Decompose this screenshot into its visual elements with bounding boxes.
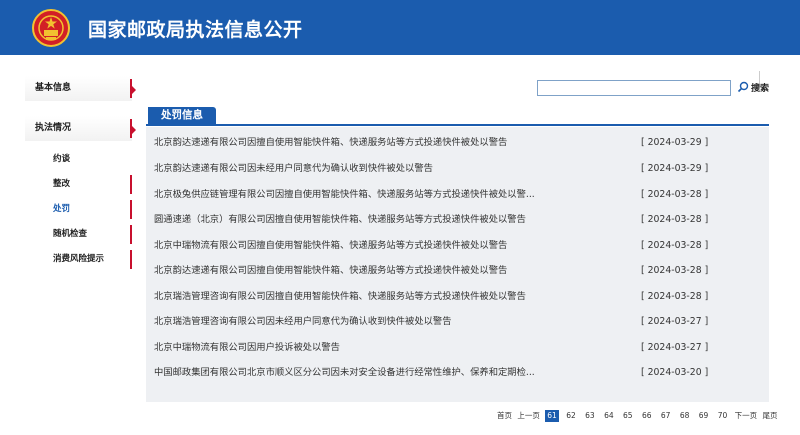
accent-bar xyxy=(130,250,132,269)
list-item: 北京中瑞物流有限公司因用户投诉被处以警告 [ 2024-03-27 ] xyxy=(154,335,759,360)
sidebar-item-penalty[interactable]: 处罚 xyxy=(25,197,132,222)
arrow-tip-icon xyxy=(132,86,136,94)
item-title-link[interactable]: 圆通速递（北京）有限公司因擅自使用智能快件箱、快递服务站等方式投递快件被处以警告 xyxy=(154,207,614,232)
item-title-link[interactable]: 北京韵达速递有限公司因擅自使用智能快件箱、快递服务站等方式投递快件被处以警告 xyxy=(154,258,614,283)
page-link[interactable]: 64 xyxy=(602,410,616,422)
item-title-link[interactable]: 北京韵达速递有限公司因擅自使用智能快件箱、快递服务站等方式投递快件被处以警告 xyxy=(154,130,614,155)
site-header: 国家邮政局执法信息公开 xyxy=(0,0,800,55)
pagination: 首页 上一页 61 62 63 64 65 66 67 68 69 70 下一页… xyxy=(497,410,781,422)
site-title: 国家邮政局执法信息公开 xyxy=(88,19,303,41)
item-date: [ 2024-03-28 ] xyxy=(641,240,709,251)
sidebar-item-enforcement[interactable]: 执法情况 xyxy=(25,116,136,141)
sidebar-item-label: 消费风险提示 xyxy=(53,254,105,264)
sidebar-gap xyxy=(25,101,132,116)
item-date: [ 2024-03-28 ] xyxy=(641,189,709,200)
item-date: [ 2024-03-29 ] xyxy=(641,163,709,174)
item-date: [ 2024-03-20 ] xyxy=(641,367,709,378)
item-date: [ 2024-03-28 ] xyxy=(641,214,709,225)
page-next-link[interactable]: 下一页 xyxy=(735,410,758,422)
list-item: 圆通速递（北京）有限公司因擅自使用智能快件箱、快递服务站等方式投递快件被处以警告… xyxy=(154,207,759,232)
sidebar-item-random-inspection[interactable]: 随机检查 xyxy=(25,222,132,247)
accent-bar xyxy=(130,175,132,194)
page-last-link[interactable]: 尾页 xyxy=(763,410,778,422)
item-title-link[interactable]: 北京中瑞物流有限公司因擅自使用智能快件箱、快递服务站等方式投递快件被处以警告 xyxy=(154,233,614,258)
item-date: [ 2024-03-29 ] xyxy=(641,137,709,148)
list-item: 北京韵达速递有限公司因擅自使用智能快件箱、快递服务站等方式投递快件被处以警告 [… xyxy=(154,130,759,155)
list-item: 北京韵达速递有限公司因未经用户同意代为确认收到快件被处以警告 [ 2024-03… xyxy=(154,156,759,181)
page-link[interactable]: 70 xyxy=(716,410,730,422)
penalty-list: 北京韵达速递有限公司因擅自使用智能快件箱、快递服务站等方式投递快件被处以警告 [… xyxy=(146,127,769,402)
page-link-current[interactable]: 61 xyxy=(545,410,559,422)
item-date: [ 2024-03-27 ] xyxy=(641,316,709,327)
sidebar-item-label: 处罚 xyxy=(53,204,71,214)
item-title-link[interactable]: 北京瑞浩管理咨询有限公司因擅自使用智能快件箱、快递服务站等方式投递快件被处以警告 xyxy=(154,284,614,309)
search-button[interactable]: 搜索 xyxy=(751,81,769,94)
tab-underline xyxy=(146,124,769,126)
penalty-info-section: 处罚信息 北京韵达速递有限公司因擅自使用智能快件箱、快递服务站等方式投递快件被处… xyxy=(146,107,769,425)
page-first-link[interactable]: 首页 xyxy=(497,410,512,422)
item-date: [ 2024-03-28 ] xyxy=(641,291,709,302)
sidebar-item-label: 执法情况 xyxy=(35,123,72,133)
sidebar-item-consumer-risk[interactable]: 消费风险提示 xyxy=(25,247,132,272)
page-link[interactable]: 65 xyxy=(621,410,635,422)
sidebar-item-label: 基本信息 xyxy=(35,83,72,93)
list-item: 中国邮政集团有限公司北京市顺义区分公司因未对安全设备进行经常性维护、保养和定期检… xyxy=(154,360,759,385)
item-title-link[interactable]: 北京中瑞物流有限公司因用户投诉被处以警告 xyxy=(154,335,614,360)
page-link[interactable]: 62 xyxy=(564,410,578,422)
page-link[interactable]: 66 xyxy=(640,410,654,422)
item-title-link[interactable]: 中国邮政集团有限公司北京市顺义区分公司因未对安全设备进行经常性维护、保养和定期检… xyxy=(154,360,614,385)
item-title-link[interactable]: 北京瑞浩管理咨询有限公司因未经用户同意代为确认收到快件被处以警告 xyxy=(154,309,614,334)
sidebar-item-label: 整改 xyxy=(53,179,71,189)
page-prev-link[interactable]: 上一页 xyxy=(517,410,540,422)
national-emblem-icon xyxy=(32,9,70,47)
tab-penalty-info: 处罚信息 xyxy=(148,107,216,124)
search-input[interactable] xyxy=(537,80,731,96)
sidebar-item-label: 随机检查 xyxy=(53,229,88,239)
page-link[interactable]: 67 xyxy=(659,410,673,422)
sidebar-item-label: 约谈 xyxy=(53,154,71,164)
sidebar-item-rectification[interactable]: 整改 xyxy=(25,172,132,197)
item-title-link[interactable]: 北京韵达速递有限公司因未经用户同意代为确认收到快件被处以警告 xyxy=(154,156,614,181)
sidebar-nav: 基本信息 执法情况 约谈 整改 处罚 随机检查 消费风险提示 xyxy=(25,76,136,272)
list-item: 北京瑞浩管理咨询有限公司因未经用户同意代为确认收到快件被处以警告 [ 2024-… xyxy=(154,309,759,334)
list-item: 北京韵达速递有限公司因擅自使用智能快件箱、快递服务站等方式投递快件被处以警告 [… xyxy=(154,258,759,283)
list-item: 北京极兔供应链管理有限公司因擅自使用智能快件箱、快递服务站等方式投递快件被处以警… xyxy=(154,182,759,207)
page-link[interactable]: 63 xyxy=(583,410,597,422)
search-icon[interactable] xyxy=(737,81,749,93)
list-item: 北京瑞浩管理咨询有限公司因擅自使用智能快件箱、快递服务站等方式投递快件被处以警告… xyxy=(154,284,759,309)
page-link[interactable]: 69 xyxy=(697,410,711,422)
item-date: [ 2024-03-27 ] xyxy=(641,342,709,353)
sidebar-item-basic-info[interactable]: 基本信息 xyxy=(25,76,136,101)
arrow-tip-icon xyxy=(132,126,136,134)
page-link[interactable]: 68 xyxy=(678,410,692,422)
sidebar-item-interview[interactable]: 约谈 xyxy=(25,147,132,172)
item-title-link[interactable]: 北京极兔供应链管理有限公司因擅自使用智能快件箱、快递服务站等方式投递快件被处以警… xyxy=(154,182,614,207)
item-date: [ 2024-03-28 ] xyxy=(641,265,709,276)
accent-bar xyxy=(130,200,132,219)
accent-bar xyxy=(130,225,132,244)
list-item: 北京中瑞物流有限公司因擅自使用智能快件箱、快递服务站等方式投递快件被处以警告 [… xyxy=(154,233,759,258)
